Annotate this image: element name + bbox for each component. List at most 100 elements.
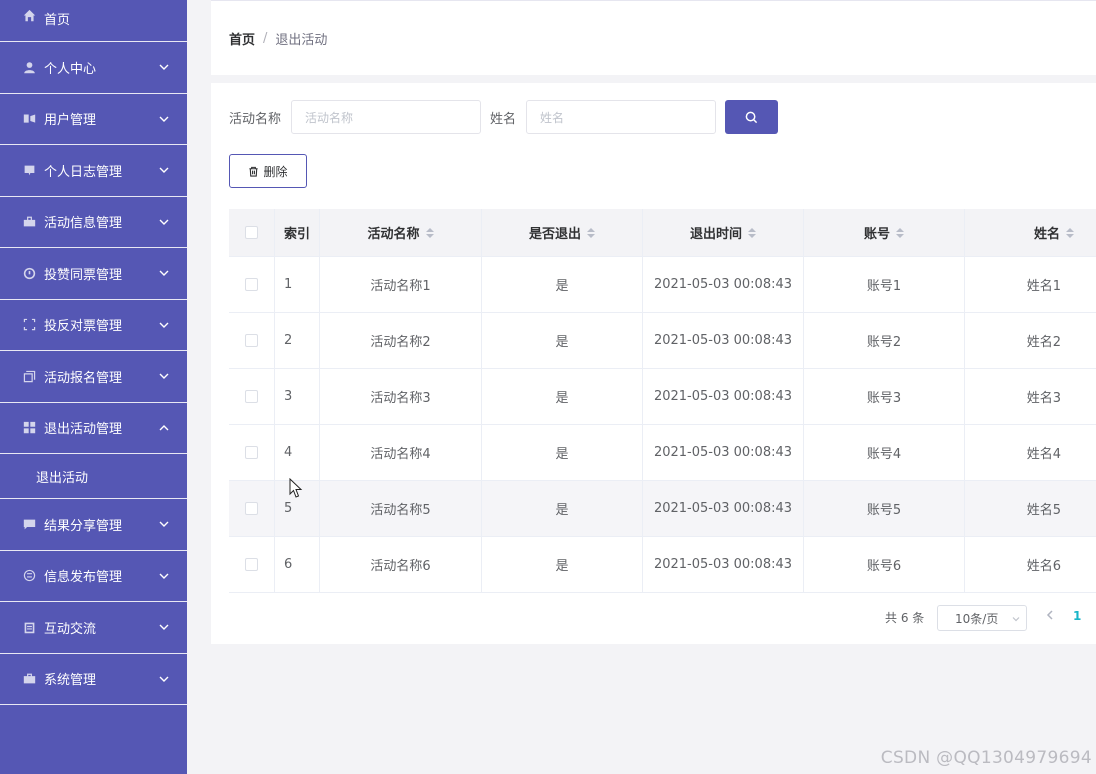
user-icon bbox=[22, 61, 36, 73]
select-all-checkbox[interactable] bbox=[245, 226, 258, 239]
cell-account: 账号5 bbox=[804, 481, 965, 536]
table-row[interactable]: 2 活动名称2 是 2021-05-03 00:08:43 账号2 姓名2 bbox=[229, 313, 1096, 369]
sort-icon[interactable] bbox=[1066, 227, 1074, 238]
page-number-current[interactable]: 1 bbox=[1073, 609, 1081, 623]
delete-button[interactable]: 删除 bbox=[229, 154, 307, 188]
sidebar-subitem-label: 退出活动 bbox=[36, 470, 89, 486]
sidebar-item-quit-activity[interactable]: 退出活动管理 bbox=[0, 403, 187, 454]
cell-activity-name: 活动名称3 bbox=[320, 369, 482, 424]
chevron-down-icon bbox=[159, 370, 169, 380]
cell-account: 账号2 bbox=[804, 313, 965, 368]
sort-icon[interactable] bbox=[748, 227, 756, 238]
chevron-down-icon bbox=[159, 570, 169, 580]
header-account[interactable]: 账号 bbox=[804, 209, 965, 256]
total-count: 共 6 条 bbox=[885, 611, 925, 625]
cell-name: 姓名2 bbox=[1026, 335, 1061, 350]
header-activity-name[interactable]: 活动名称 bbox=[320, 209, 482, 256]
sidebar-item-vote-up[interactable]: 投赞同票管理 bbox=[0, 248, 187, 300]
table-row[interactable]: 5 活动名称5 是 2021-05-03 00:08:43 账号5 姓名5 bbox=[229, 481, 1096, 537]
row-checkbox[interactable] bbox=[245, 446, 258, 459]
grid-icon bbox=[22, 422, 36, 434]
cell-name: 姓名6 bbox=[1026, 559, 1061, 574]
sidebar-item-label: 互动交流 bbox=[44, 621, 97, 637]
sidebar-item-personal-center[interactable]: 个人中心 bbox=[0, 42, 187, 94]
row-checkbox-cell bbox=[229, 369, 275, 424]
sidebar-item-info-publish[interactable]: 信息发布管理 bbox=[0, 551, 187, 602]
chevron-down-icon bbox=[159, 61, 169, 71]
table-row[interactable]: 6 活动名称6 是 2021-05-03 00:08:43 账号6 姓名6 bbox=[229, 537, 1096, 593]
cell-quit-status: 是 bbox=[482, 481, 643, 536]
sidebar-item-result-share[interactable]: 结果分享管理 bbox=[0, 499, 187, 551]
sort-icon[interactable] bbox=[896, 227, 904, 238]
chevron-down-icon bbox=[159, 319, 169, 329]
activity-name-label: 活动名称 bbox=[229, 111, 282, 127]
cell-quit-status: 是 bbox=[482, 425, 643, 480]
page-size-select[interactable]: 10条/页 bbox=[937, 605, 1027, 631]
publish-icon bbox=[22, 570, 36, 582]
table-row[interactable]: 3 活动名称3 是 2021-05-03 00:08:43 账号3 姓名3 bbox=[229, 369, 1096, 425]
activity-name-input[interactable]: 活动名称 bbox=[291, 100, 482, 134]
prev-page-button[interactable] bbox=[1045, 609, 1059, 625]
sidebar-item-log-management[interactable]: 个人日志管理 bbox=[0, 145, 187, 197]
row-checkbox[interactable] bbox=[245, 502, 258, 515]
sidebar-item-label: 首页 bbox=[44, 13, 71, 28]
sidebar-item-interaction[interactable]: 互动交流 bbox=[0, 602, 187, 654]
search-button[interactable] bbox=[725, 100, 779, 134]
page-size-value: 10条/页 bbox=[955, 611, 999, 626]
sidebar-item-vote-down[interactable]: 投反对票管理 bbox=[0, 300, 187, 351]
chat-icon bbox=[22, 621, 36, 633]
cell-name: 姓名4 bbox=[1026, 447, 1061, 462]
row-checkbox[interactable] bbox=[245, 390, 258, 403]
header-label: 姓名 bbox=[1033, 227, 1060, 242]
row-checkbox[interactable] bbox=[245, 558, 258, 571]
watermark: CSDN @QQ1304979694 bbox=[880, 748, 1092, 768]
row-checkbox-cell bbox=[229, 313, 275, 368]
sidebar-item-user-management[interactable]: 用户管理 bbox=[0, 94, 187, 145]
header-name[interactable]: 姓名 bbox=[965, 209, 1096, 256]
cell-account: 账号3 bbox=[804, 369, 965, 424]
sidebar-item-activity-info[interactable]: 活动信息管理 bbox=[0, 197, 187, 248]
delete-button-label: 删除 bbox=[263, 164, 288, 179]
breadcrumb-home[interactable]: 首页 bbox=[229, 29, 255, 48]
sort-icon[interactable] bbox=[425, 227, 434, 238]
name-input[interactable]: 姓名 bbox=[526, 100, 717, 134]
sidebar-item-system[interactable]: 系统管理 bbox=[0, 654, 187, 705]
header-checkbox-cell bbox=[229, 209, 275, 256]
cell-quit-time: 2021-05-03 00:08:43 bbox=[643, 425, 804, 480]
sidebar-item-label: 用户管理 bbox=[44, 113, 97, 129]
cell-name: 姓名5 bbox=[1026, 503, 1061, 518]
row-checkbox[interactable] bbox=[245, 334, 258, 347]
share-icon bbox=[22, 518, 36, 530]
home-icon bbox=[22, 9, 36, 21]
table-header-row: 索引 活动名称 是否退出 退出时间 账号 姓名 bbox=[229, 209, 1096, 257]
search-bar: 活动名称 活动名称 姓名 姓名 bbox=[229, 100, 779, 134]
row-checkbox[interactable] bbox=[245, 278, 258, 291]
breadcrumb-current: 退出活动 bbox=[275, 32, 328, 48]
sidebar-item-label: 信息发布管理 bbox=[44, 570, 123, 586]
cell-account: 账号4 bbox=[804, 425, 965, 480]
cell-index: 2 bbox=[275, 313, 320, 368]
sidebar-item-label: 活动报名管理 bbox=[44, 370, 123, 386]
sort-icon[interactable] bbox=[587, 227, 595, 238]
header-quit-time[interactable]: 退出时间 bbox=[643, 209, 804, 256]
chevron-up-icon bbox=[159, 422, 169, 432]
sidebar-item-home[interactable]: 首页 bbox=[0, 0, 187, 42]
activity-icon bbox=[22, 216, 36, 228]
signup-icon bbox=[22, 370, 36, 382]
cell-activity-name: 活动名称4 bbox=[320, 425, 482, 480]
header-label: 活动名称 bbox=[367, 227, 420, 242]
header-quit-status[interactable]: 是否退出 bbox=[482, 209, 643, 256]
row-checkbox-cell bbox=[229, 425, 275, 480]
cell-quit-time: 2021-05-03 00:08:43 bbox=[643, 481, 804, 536]
table-row[interactable]: 4 活动名称4 是 2021-05-03 00:08:43 账号4 姓名4 bbox=[229, 425, 1096, 481]
cell-account: 账号1 bbox=[804, 257, 965, 312]
sidebar-subitem-quit-activity[interactable]: 退出活动 bbox=[0, 454, 187, 499]
cell-index: 1 bbox=[275, 257, 320, 312]
sidebar-item-label: 结果分享管理 bbox=[44, 518, 123, 534]
header-label: 退出时间 bbox=[689, 227, 742, 242]
cell-activity-name: 活动名称2 bbox=[320, 313, 482, 368]
chevron-down-icon bbox=[159, 113, 169, 123]
sidebar-item-signup[interactable]: 活动报名管理 bbox=[0, 351, 187, 403]
table-row[interactable]: 1 活动名称1 是 2021-05-03 00:08:43 账号1 姓名1 bbox=[229, 257, 1096, 313]
sidebar-item-label: 投反对票管理 bbox=[44, 319, 123, 335]
